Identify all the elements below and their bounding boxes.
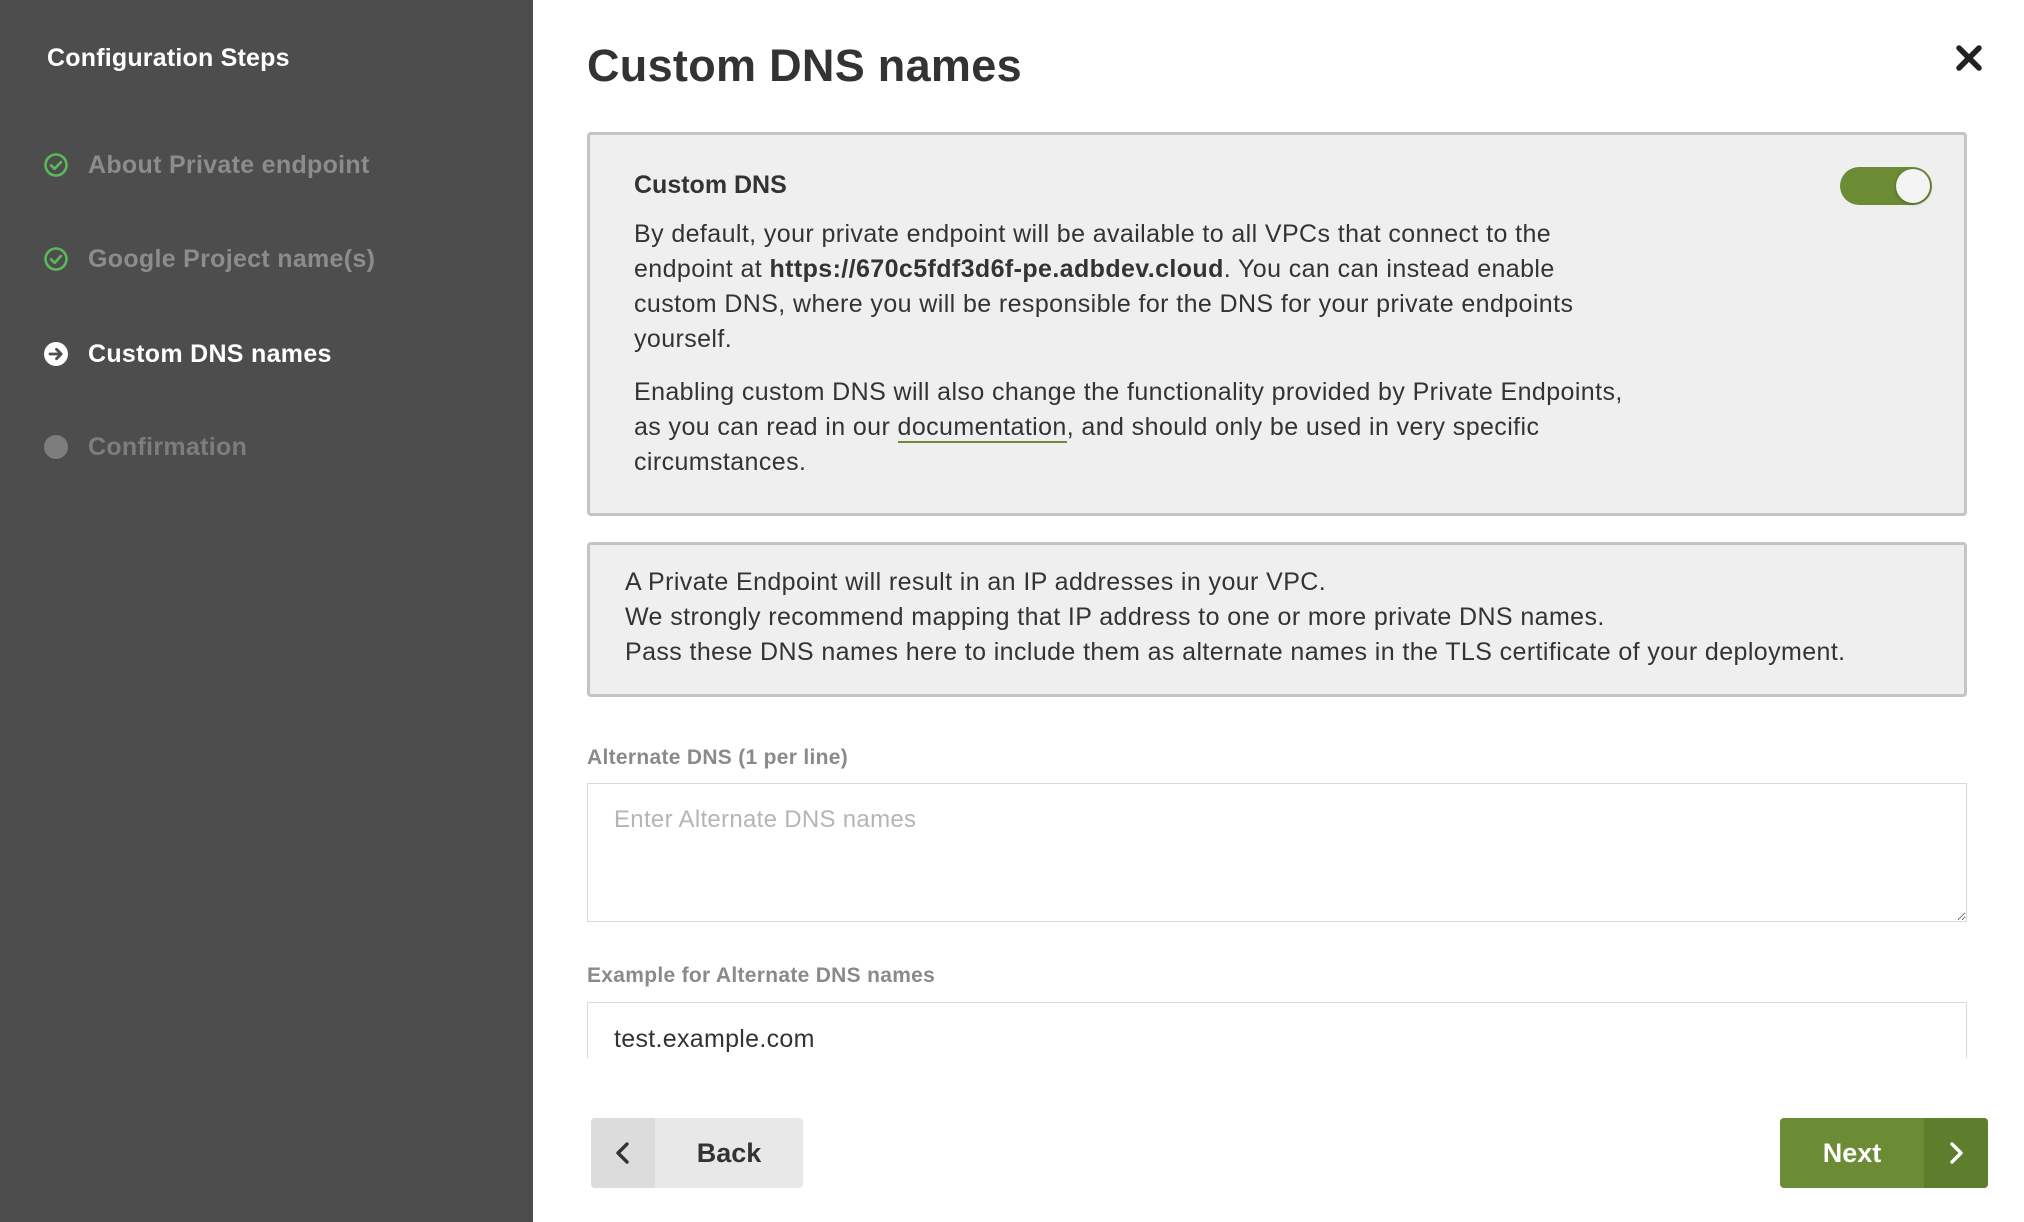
example-label: Example for Alternate DNS names bbox=[587, 964, 936, 987]
step-confirmation[interactable]: Confirmation bbox=[43, 427, 247, 467]
page-title: Custom DNS names bbox=[587, 40, 1022, 91]
alternate-dns-label: Alternate DNS (1 per line) bbox=[587, 746, 849, 769]
check-circle-icon bbox=[43, 246, 69, 272]
example-dns-box: test.example.com bbox=[587, 1002, 1967, 1058]
alternate-dns-input[interactable] bbox=[587, 783, 1967, 922]
check-circle-icon bbox=[43, 152, 69, 178]
info-line: We strongly recommend mapping that IP ad… bbox=[625, 603, 1605, 631]
chevron-right-icon bbox=[1924, 1118, 1988, 1188]
step-label: About Private endpoint bbox=[88, 150, 370, 179]
next-button-label: Next bbox=[1822, 1137, 1882, 1168]
info-text: A Private Endpoint will result in an IP … bbox=[625, 565, 1846, 670]
example-dns-value: test.example.com bbox=[614, 1025, 815, 1053]
default-endpoint-paragraph: By default, your private endpoint will b… bbox=[634, 217, 1644, 357]
info-line: Pass these DNS names here to include the… bbox=[625, 638, 1846, 666]
configuration-sidebar: Configuration Steps About Private endpoi… bbox=[0, 0, 533, 1222]
documentation-link[interactable]: documentation bbox=[897, 413, 1067, 443]
toggle-knob bbox=[1896, 169, 1930, 203]
step-about-private-endpoint[interactable]: About Private endpoint bbox=[43, 145, 370, 185]
step-custom-dns-names[interactable]: Custom DNS names bbox=[43, 334, 332, 374]
private-endpoint-info-card: A Private Endpoint will result in an IP … bbox=[587, 542, 1967, 697]
endpoint-url: https://670c5fdf3d6f-pe.adbdev.cloud bbox=[769, 255, 1224, 283]
info-line: A Private Endpoint will result in an IP … bbox=[625, 568, 1327, 596]
dot-circle-icon bbox=[43, 434, 69, 460]
step-label: Custom DNS names bbox=[88, 339, 332, 368]
next-button[interactable]: Next bbox=[1780, 1118, 1988, 1188]
main-panel: Custom DNS names Custom DNS By default, … bbox=[533, 0, 2024, 1222]
sidebar-title: Configuration Steps bbox=[47, 44, 290, 72]
step-label: Confirmation bbox=[88, 432, 248, 461]
custom-dns-warning-paragraph: Enabling custom DNS will also change the… bbox=[634, 375, 1644, 480]
custom-dns-heading: Custom DNS bbox=[634, 171, 787, 199]
arrow-right-circle-icon bbox=[43, 341, 69, 367]
back-button-label: Back bbox=[696, 1137, 762, 1168]
app-root: Configuration Steps About Private endpoi… bbox=[0, 0, 2024, 1222]
close-icon[interactable] bbox=[1953, 42, 1985, 74]
custom-dns-toggle[interactable] bbox=[1840, 167, 1932, 205]
step-google-project-names[interactable]: Google Project name(s) bbox=[43, 239, 375, 279]
step-label: Google Project name(s) bbox=[88, 244, 376, 273]
chevron-left-icon bbox=[591, 1118, 655, 1188]
back-button[interactable]: Back bbox=[591, 1118, 803, 1188]
custom-dns-card: Custom DNS By default, your private endp… bbox=[587, 132, 1967, 516]
